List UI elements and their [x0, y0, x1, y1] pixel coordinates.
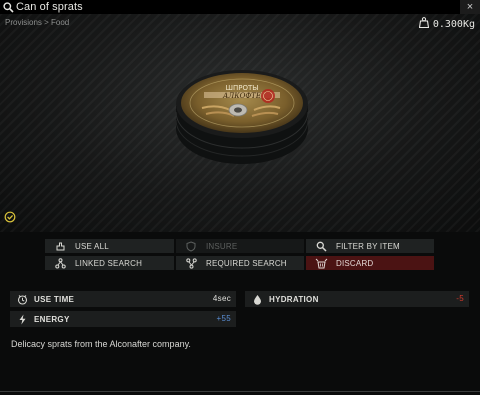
lightning-icon [16, 311, 28, 327]
discard-label: DISCARD [336, 258, 374, 268]
title-bar[interactable]: Can of sprats × [0, 0, 480, 14]
search-icon [312, 239, 330, 253]
action-buttons: USE ALL INSURE FILTER BY ITEM LINKED SEA… [0, 232, 480, 276]
filter-by-item-label: FILTER BY ITEM [336, 241, 400, 251]
water-drop-icon [251, 291, 263, 307]
magnifier-icon [1, 0, 15, 14]
item-description: Delicacy sprats from the Alconafter comp… [11, 339, 191, 349]
discard-button[interactable]: DISCARD [306, 256, 434, 270]
weight-indicator: 0.300Kg [418, 17, 475, 31]
item-inspect-window: Can of sprats × Provisions > Food 0.300K… [0, 0, 480, 395]
stat-energy: ENERGY +55 [10, 311, 236, 327]
energy-value: +55 [216, 314, 231, 323]
shield-icon [182, 239, 200, 253]
linked-search-label: LINKED SEARCH [75, 258, 143, 268]
window-title: Can of sprats [16, 1, 83, 13]
close-icon: × [466, 1, 474, 13]
required-search-button[interactable]: REQUIRED SEARCH [176, 256, 304, 270]
stat-hydration: HYDRATION -5 [245, 291, 469, 307]
link-search-icon [51, 256, 69, 270]
clock-icon [16, 291, 28, 307]
insure-label: INSURE [206, 241, 238, 251]
can-lid-text-1: ШПРОТЫ [226, 84, 259, 92]
can-lid-text-2: АЛКОФТЕ [222, 92, 261, 100]
use-time-label: USE TIME [34, 294, 75, 304]
weight-icon [418, 17, 429, 31]
required-search-icon [182, 256, 200, 270]
required-search-label: REQUIRED SEARCH [206, 258, 287, 268]
hydration-value: -5 [456, 294, 464, 303]
energy-label: ENERGY [34, 314, 70, 324]
bottom-divider [0, 391, 480, 392]
use-icon [51, 239, 69, 253]
use-time-value: 4sec [212, 294, 231, 303]
item-preview: Provisions > Food 0.300Kg ШПРОТЫ АЛКОФТЕ [0, 14, 480, 232]
insure-button[interactable]: INSURE [176, 239, 304, 253]
weight-value: 0.300Kg [432, 18, 475, 30]
filter-by-item-button[interactable]: FILTER BY ITEM [306, 239, 434, 253]
use-all-label: USE ALL [75, 241, 109, 251]
linked-search-button[interactable]: LINKED SEARCH [45, 256, 174, 270]
use-all-button[interactable]: USE ALL [45, 239, 174, 253]
check-badge-icon [4, 210, 16, 223]
hydration-label: HYDRATION [269, 294, 319, 304]
close-button[interactable]: × [460, 0, 480, 14]
discard-icon [312, 256, 330, 270]
sprats-can-image: ШПРОТЫ АЛКОФТЕ [175, 70, 309, 164]
breadcrumb[interactable]: Provisions > Food [5, 18, 69, 27]
stat-use-time: USE TIME 4sec [10, 291, 236, 307]
